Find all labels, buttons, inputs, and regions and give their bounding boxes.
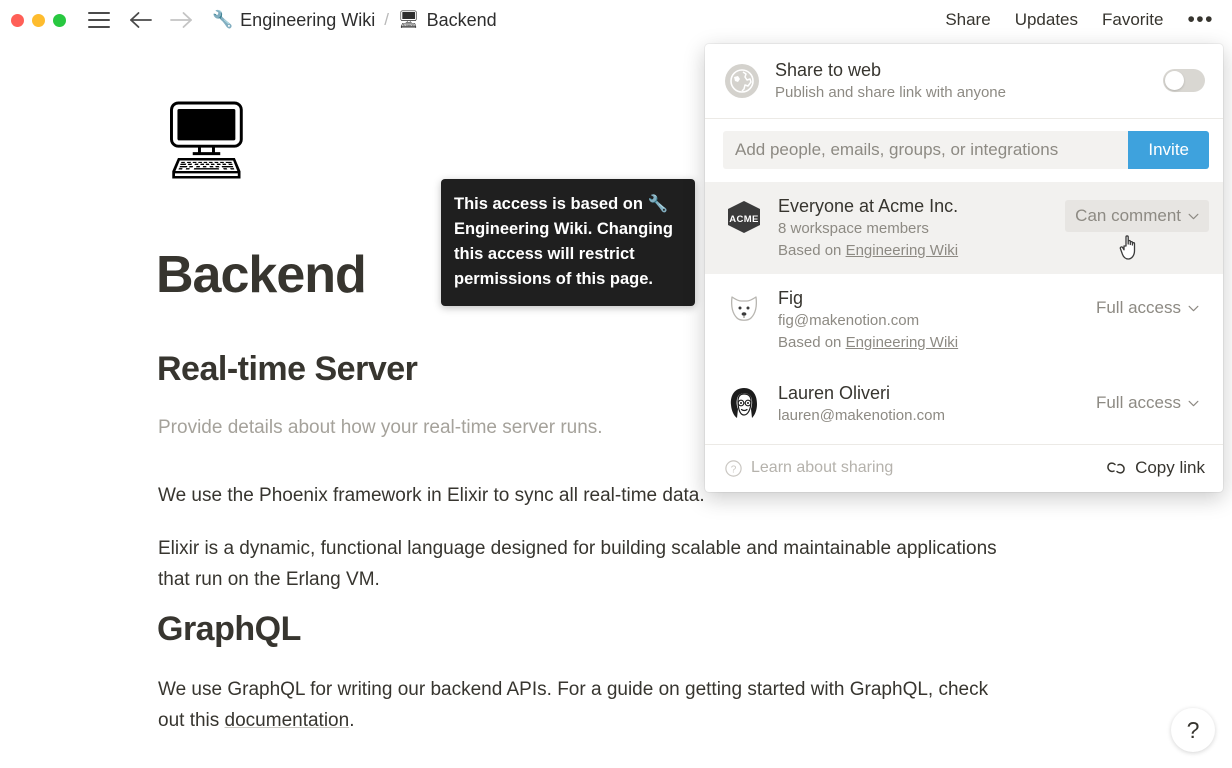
tooltip-line1: This access is based on <box>454 195 643 213</box>
based-on-label: Based on <box>778 242 846 259</box>
breadcrumb-label: Engineering Wiki <box>240 9 376 30</box>
more-options-icon[interactable]: ••• <box>1187 9 1214 30</box>
share-to-web-subtitle: Publish and share link with anyone <box>775 84 1006 101</box>
svg-text:ACME: ACME <box>729 214 759 225</box>
hamburger-icon[interactable] <box>88 12 110 28</box>
source-page-link[interactable]: Engineering Wiki <box>846 334 959 351</box>
access-dropdown-acme[interactable]: Can comment <box>1065 200 1209 232</box>
invite-input[interactable] <box>723 131 1129 169</box>
share-person-name: Fig <box>778 288 804 308</box>
heading-graphql: GraphQL <box>157 610 301 648</box>
breadcrumb-item-backend[interactable]: 🖥 Backend <box>398 10 497 31</box>
question-circle-icon: ? <box>725 459 742 477</box>
updates-button[interactable]: Updates <box>1015 10 1078 30</box>
tooltip-source: Engineering Wiki <box>454 220 588 238</box>
access-dropdown-lauren[interactable]: Full access <box>1086 387 1209 419</box>
close-window-button[interactable] <box>11 13 24 27</box>
chevron-down-icon <box>1188 305 1199 311</box>
learn-about-sharing-button[interactable]: ? Learn about sharing <box>725 459 893 477</box>
breadcrumb-separator: / <box>384 10 389 29</box>
share-button[interactable]: Share <box>945 10 990 30</box>
titlebar-actions: Share Updates Favorite ••• <box>945 9 1214 30</box>
monitor-icon: 🖥 <box>397 9 420 30</box>
share-person-name: Lauren Oliveri <box>778 383 891 403</box>
share-person-meta: 8 workspace members <box>778 220 929 237</box>
link-icon <box>1107 462 1125 474</box>
paragraph-elixir[interactable]: Elixir is a dynamic, functional language… <box>158 533 1018 595</box>
breadcrumb-item-engineering-wiki[interactable]: 🔧 Engineering Wiki <box>212 10 375 31</box>
share-person-source: Based on Engineering Wiki <box>778 240 1065 261</box>
share-person-text: Fig fig@makenotion.com Based on Engineer… <box>778 287 1086 353</box>
share-person-source: Based on Engineering Wiki <box>778 332 1086 353</box>
dog-avatar-icon <box>725 290 763 328</box>
maximize-window-button[interactable] <box>53 13 66 27</box>
share-person-row[interactable]: Lauren Oliveri lauren@makenotion.com Ful… <box>705 366 1223 444</box>
access-level-label: Can comment <box>1075 206 1181 225</box>
breadcrumb: 🔧 Engineering Wiki / 🖥 Backend <box>212 10 497 31</box>
share-person-row[interactable]: ACME Everyone at Acme Inc. 8 workspace m… <box>705 182 1223 274</box>
copy-link-label: Copy link <box>1135 458 1205 477</box>
paragraph-graphql[interactable]: We use GraphQL for writing our backend A… <box>158 674 1018 736</box>
window-controls <box>11 13 66 27</box>
source-page-link[interactable]: Engineering Wiki <box>846 242 959 259</box>
invite-row: Invite <box>705 119 1223 182</box>
forward-arrow-icon[interactable] <box>168 10 194 30</box>
acme-logo-icon: ACME <box>725 198 763 236</box>
share-to-web-title: Share to web <box>775 60 882 80</box>
title-bar: 🔧 Engineering Wiki / 🖥 Backend Share Upd… <box>0 0 1232 40</box>
person-avatar-icon <box>725 385 763 423</box>
share-person-name: Everyone at Acme Inc. <box>778 196 959 216</box>
access-level-label: Full access <box>1095 298 1181 317</box>
share-popup: Share to web Publish and share link with… <box>705 44 1223 492</box>
svg-text:?: ? <box>731 464 737 475</box>
access-tooltip: This access is based on 🔧 Engineering Wi… <box>441 179 695 306</box>
help-button[interactable]: ? <box>1171 708 1215 752</box>
heading-real-time-server: Real-time Server <box>157 350 418 388</box>
page-title[interactable]: Backend <box>156 245 367 305</box>
share-person-text: Everyone at Acme Inc. 8 workspace member… <box>778 195 1065 261</box>
share-to-web-toggle[interactable] <box>1163 69 1205 92</box>
share-person-row[interactable]: Fig fig@makenotion.com Based on Engineer… <box>705 274 1223 366</box>
wrench-icon: 🔧 <box>647 194 669 213</box>
back-arrow-icon[interactable] <box>128 10 154 30</box>
toggle-knob <box>1165 71 1184 90</box>
learn-about-sharing-label: Learn about sharing <box>751 459 894 476</box>
share-to-web-row: Share to web Publish and share link with… <box>705 44 1223 119</box>
graphql-text-after: . <box>349 710 355 731</box>
breadcrumb-label: Backend <box>426 9 497 30</box>
share-to-web-text: Share to web Publish and share link with… <box>775 60 1163 101</box>
chevron-down-icon <box>1188 400 1199 406</box>
copy-link-button[interactable]: Copy link <box>1106 458 1205 478</box>
chevron-down-icon <box>1188 213 1199 219</box>
share-person-meta: lauren@makenotion.com <box>778 407 945 424</box>
access-level-label: Full access <box>1095 393 1181 412</box>
share-person-meta: fig@makenotion.com <box>778 312 920 329</box>
documentation-link[interactable]: documentation <box>225 710 350 731</box>
based-on-label: Based on <box>778 334 846 351</box>
wrench-icon: 🔧 <box>212 9 234 30</box>
invite-button[interactable]: Invite <box>1128 131 1209 169</box>
share-popup-footer: ? Learn about sharing Copy link <box>705 444 1223 492</box>
minimize-window-button[interactable] <box>32 13 45 27</box>
app-window: 🔧 Engineering Wiki / 🖥 Backend Share Upd… <box>0 0 1232 768</box>
access-dropdown-fig[interactable]: Full access <box>1086 292 1209 324</box>
page-icon[interactable]: 🖥 <box>158 102 254 178</box>
globe-icon <box>725 63 759 98</box>
share-person-text: Lauren Oliveri lauren@makenotion.com <box>778 382 1086 426</box>
favorite-button[interactable]: Favorite <box>1102 10 1163 30</box>
